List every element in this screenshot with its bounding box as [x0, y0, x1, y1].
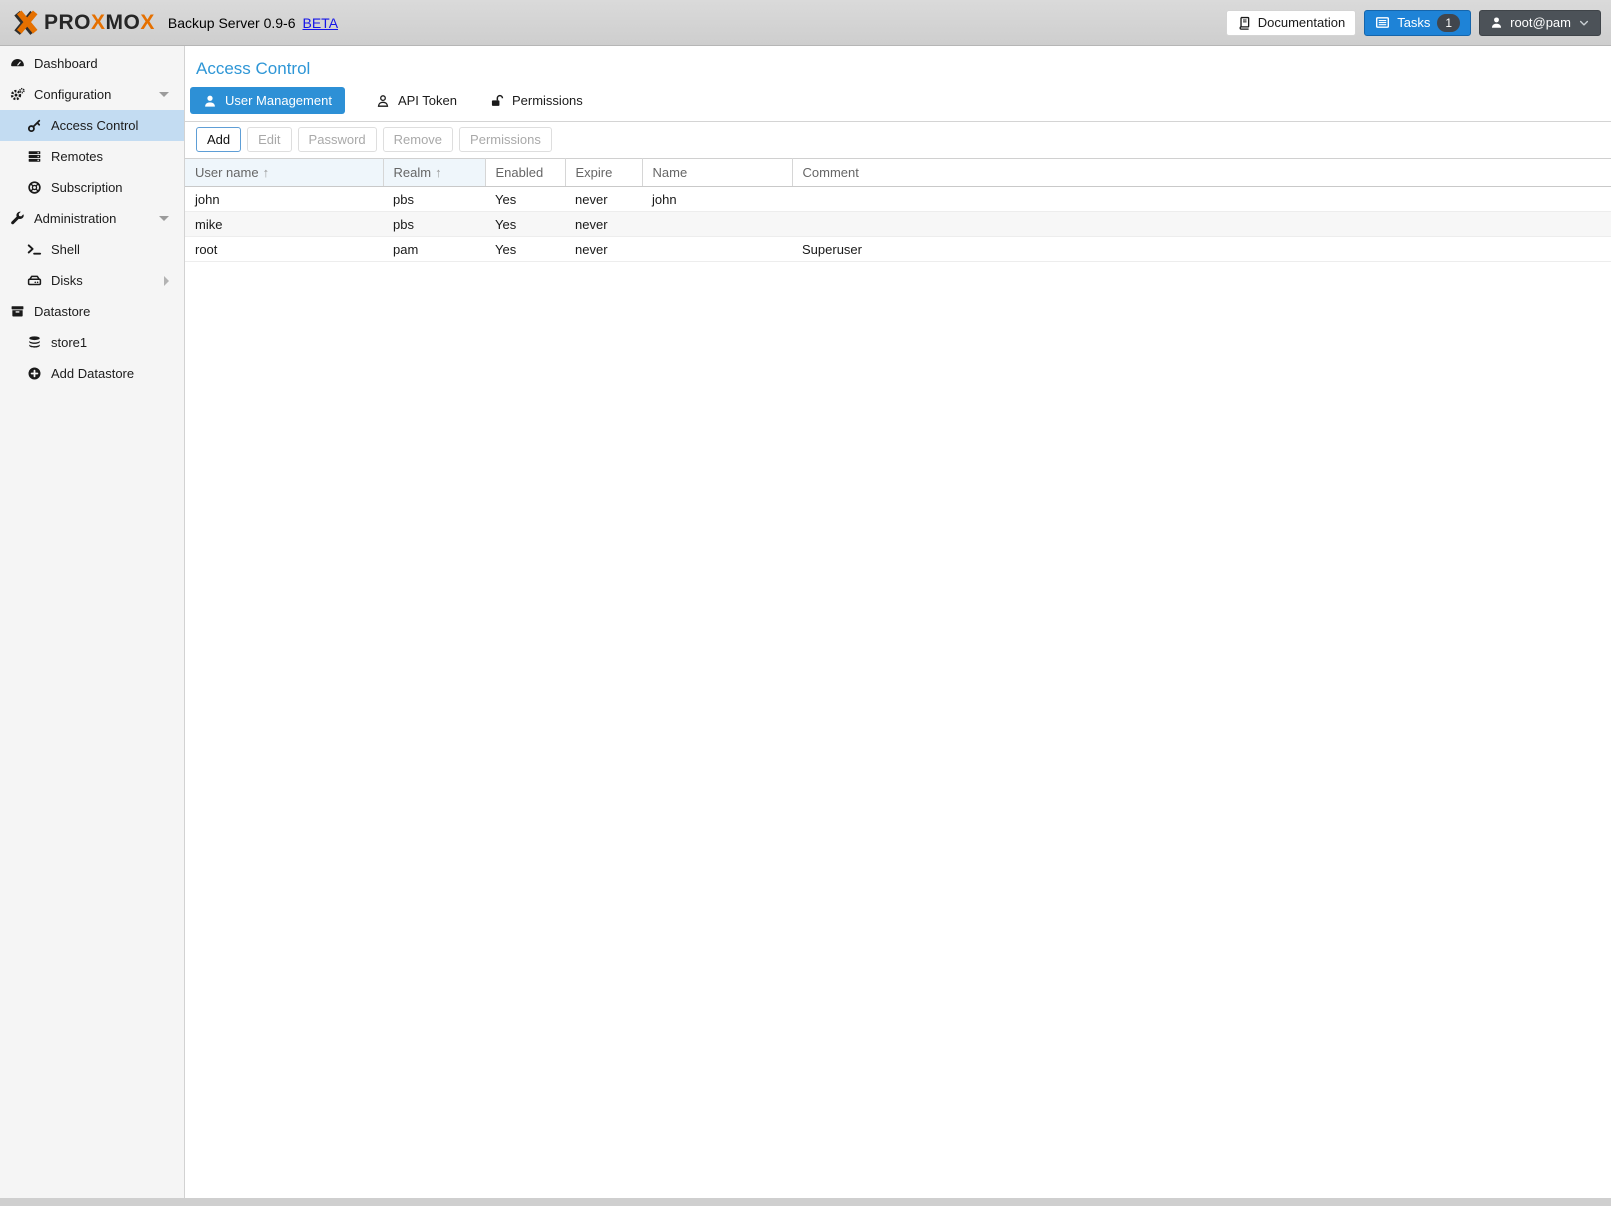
user-icon	[1490, 16, 1503, 29]
add-button[interactable]: Add	[196, 127, 241, 152]
archive-icon	[10, 304, 25, 319]
user-menu-label: root@pam	[1510, 15, 1571, 30]
table-header-row: User name↑ Realm↑ Enabled Expire Name Co…	[185, 159, 1611, 187]
book-icon	[1237, 16, 1251, 30]
sidebar-nav: Dashboard Configuration Access Control	[0, 46, 185, 1198]
permissions-button[interactable]: Permissions	[459, 127, 552, 152]
body-region: Dashboard Configuration Access Control	[0, 46, 1611, 1198]
proxmox-wordmark: PROXMOX	[44, 11, 155, 35]
column-header-expire[interactable]: Expire	[565, 159, 642, 187]
life-ring-icon	[27, 180, 42, 195]
sidebar-item-dashboard[interactable]: Dashboard	[0, 48, 184, 79]
tab-label: API Token	[398, 93, 457, 108]
caret-down-icon[interactable]	[159, 216, 169, 221]
gears-icon	[10, 87, 25, 102]
users-table: User name↑ Realm↑ Enabled Expire Name Co…	[185, 158, 1611, 262]
remove-button[interactable]: Remove	[383, 127, 453, 152]
tab-label: User Management	[225, 93, 332, 108]
terminal-icon	[27, 242, 42, 257]
table-row-john[interactable]: john pbs Yes never john	[185, 187, 1611, 212]
tasks-button[interactable]: Tasks 1	[1364, 10, 1471, 36]
server-icon	[27, 149, 42, 164]
column-header-name[interactable]: Name	[642, 159, 792, 187]
table-row-mike[interactable]: mike pbs Yes never	[185, 212, 1611, 237]
password-button[interactable]: Password	[298, 127, 377, 152]
key-icon	[27, 118, 42, 133]
caret-down-icon[interactable]	[159, 92, 169, 97]
chevron-down-icon	[1578, 17, 1590, 29]
user-icon	[203, 94, 217, 108]
task-list-icon	[1375, 15, 1390, 30]
tab-permissions[interactable]: Permissions	[488, 87, 585, 114]
sidebar-item-configuration[interactable]: Configuration	[0, 79, 184, 110]
sidebar-item-disks[interactable]: Disks	[0, 265, 184, 296]
hdd-icon	[27, 273, 42, 288]
proxmox-logo: PROXMOX	[12, 9, 155, 36]
sidebar-item-subscription[interactable]: Subscription	[0, 172, 184, 203]
database-icon	[27, 335, 42, 350]
documentation-label: Documentation	[1258, 15, 1345, 30]
sort-up-icon: ↑	[263, 165, 270, 180]
plus-circle-icon	[27, 366, 42, 381]
sidebar-item-access-control[interactable]: Access Control	[0, 110, 184, 141]
tab-user-management[interactable]: User Management	[190, 87, 345, 114]
sidebar-item-administration[interactable]: Administration	[0, 203, 184, 234]
sidebar-item-store1[interactable]: store1	[0, 327, 184, 358]
product-name: Backup Server 0.9-6	[168, 15, 296, 31]
proxmox-x-mark-icon	[12, 9, 39, 36]
edit-button[interactable]: Edit	[247, 127, 291, 152]
top-bar: PROXMOX Backup Server 0.9-6 BETA Documen…	[0, 0, 1611, 46]
tab-api-token[interactable]: API Token	[374, 87, 459, 114]
main-panel: Access Control User Management API Token	[185, 46, 1611, 1198]
sidebar-item-datastore[interactable]: Datastore	[0, 296, 184, 327]
documentation-button[interactable]: Documentation	[1226, 10, 1356, 36]
tasks-count-badge: 1	[1437, 14, 1460, 32]
user-menu-button[interactable]: root@pam	[1479, 10, 1601, 36]
sort-up-icon: ↑	[435, 165, 442, 180]
tasks-label: Tasks	[1397, 15, 1430, 30]
tab-bar: User Management API Token Permissions	[185, 80, 1611, 122]
column-header-comment[interactable]: Comment	[792, 159, 1611, 187]
app-viewport: PROXMOX Backup Server 0.9-6 BETA Documen…	[0, 0, 1611, 1206]
column-header-enabled[interactable]: Enabled	[485, 159, 565, 187]
tab-label: Permissions	[512, 93, 583, 108]
unlock-icon	[490, 94, 504, 108]
caret-right-icon[interactable]	[164, 276, 169, 286]
column-header-realm[interactable]: Realm↑	[383, 159, 485, 187]
grid-toolbar: Add Edit Password Remove Permissions	[185, 122, 1611, 158]
table-row-root[interactable]: root pam Yes never Superuser	[185, 237, 1611, 262]
user-outline-icon	[376, 94, 390, 108]
sidebar-item-remotes[interactable]: Remotes	[0, 141, 184, 172]
sidebar-item-shell[interactable]: Shell	[0, 234, 184, 265]
wrench-icon	[10, 211, 25, 226]
page-title: Access Control	[185, 46, 1611, 80]
sidebar-item-add-datastore[interactable]: Add Datastore	[0, 358, 184, 389]
column-header-username[interactable]: User name↑	[185, 159, 383, 187]
beta-link[interactable]: BETA	[303, 15, 339, 31]
dashboard-icon	[10, 56, 25, 71]
